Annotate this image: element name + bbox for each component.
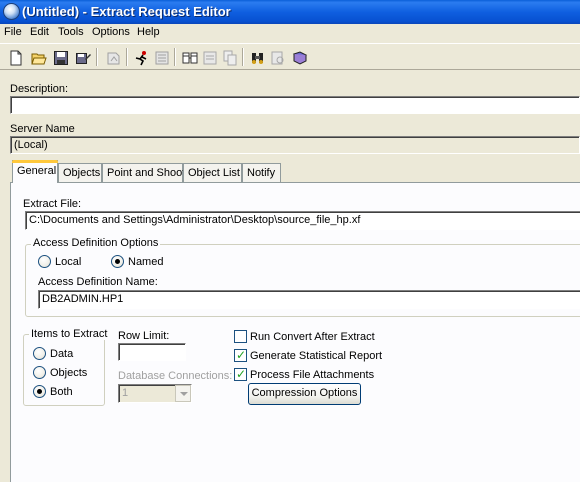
new-icon — [10, 50, 22, 66]
run-button[interactable] — [130, 47, 152, 67]
binoculars-icon — [252, 53, 263, 64]
access-definition-title: Access Definition Options — [31, 237, 161, 249]
data-radio-label[interactable]: Data — [50, 348, 73, 360]
items-to-extract-title: Items to Extract — [29, 328, 110, 340]
open-button[interactable] — [27, 47, 49, 67]
menu-bar: File Edit Tools Options Help — [0, 24, 580, 42]
menu-edit[interactable]: Edit — [30, 26, 49, 38]
find-button[interactable] — [266, 47, 288, 67]
window-title: (Untitled) - Extract Request Editor — [22, 4, 231, 19]
tab-object-list[interactable]: Object List — [183, 163, 242, 182]
row-limit-input[interactable] — [118, 343, 186, 361]
row-limit-label: Row Limit: — [118, 330, 170, 342]
db-icon — [182, 52, 198, 64]
general-tab-panel: Extract File: C:\Documents and Settings\… — [10, 182, 580, 482]
book-button[interactable] — [288, 47, 310, 67]
binoculars-button[interactable] — [246, 47, 268, 67]
database-connections-dropdown[interactable] — [175, 385, 191, 402]
toolbar — [0, 43, 580, 70]
open-icon — [31, 53, 47, 65]
server-name-label: Server Name — [10, 123, 75, 135]
tab-point-and-shoot[interactable]: Point and Shoot — [102, 163, 185, 182]
db-button[interactable] — [178, 47, 200, 67]
local-radio-label[interactable]: Local — [55, 256, 81, 268]
copy-icon — [223, 50, 237, 66]
find-icon — [271, 51, 284, 65]
folder-icon — [203, 51, 217, 65]
database-connections-label: Database Connections: — [118, 370, 233, 382]
data-radio[interactable] — [33, 347, 46, 360]
undo-icon — [107, 52, 120, 65]
compression-options-button[interactable]: Compression Options — [248, 383, 361, 405]
toolbar-separator — [96, 48, 98, 66]
menu-help[interactable]: Help — [137, 26, 160, 38]
menu-options[interactable]: Options — [92, 26, 130, 38]
folder-button[interactable] — [198, 47, 220, 67]
toolbar-separator — [174, 48, 176, 66]
book-icon — [292, 51, 308, 65]
description-label: Description: — [10, 83, 69, 95]
extract-file-label: Extract File: — [23, 198, 82, 210]
tab-general[interactable]: General — [12, 160, 58, 183]
generate-report-checkbox[interactable] — [234, 348, 247, 362]
process-attachments-label[interactable]: Process File Attachments — [250, 369, 374, 381]
save-as-button[interactable] — [71, 47, 93, 67]
named-radio[interactable] — [111, 255, 124, 268]
run-icon — [135, 51, 147, 66]
title-bar[interactable]: (Untitled) - Extract Request Editor — [0, 0, 580, 24]
new-button[interactable] — [5, 47, 27, 67]
run-convert-checkbox[interactable] — [234, 330, 247, 343]
database-connections-value: 1 — [122, 387, 129, 399]
schedule-button[interactable] — [150, 47, 172, 67]
generate-report-label[interactable]: Generate Statistical Report — [250, 350, 382, 362]
menu-file[interactable]: File — [4, 26, 22, 38]
copy-button[interactable] — [218, 47, 240, 67]
server-name-field[interactable]: (Local) — [10, 136, 580, 154]
process-attachments-checkbox[interactable] — [234, 367, 247, 381]
run-convert-label[interactable]: Run Convert After Extract — [250, 331, 375, 343]
both-radio[interactable] — [33, 385, 46, 398]
toolbar-separator — [242, 48, 244, 66]
toolbar-separator — [126, 48, 128, 66]
undo-button[interactable] — [101, 47, 123, 67]
both-radio-label[interactable]: Both — [50, 386, 73, 398]
save-as-icon — [76, 53, 91, 64]
objects-radio-label[interactable]: Objects — [50, 367, 87, 379]
description-input[interactable] — [10, 96, 580, 114]
named-radio-label[interactable]: Named — [128, 256, 163, 268]
menu-tools[interactable]: Tools — [58, 26, 84, 38]
objects-radio[interactable] — [33, 366, 46, 379]
app-icon[interactable] — [3, 3, 20, 20]
access-definition-name-input[interactable]: DB2ADMIN.HP1 — [38, 290, 580, 309]
schedule-icon — [155, 51, 169, 65]
save-button[interactable] — [49, 47, 71, 67]
local-radio[interactable] — [38, 255, 51, 268]
tab-notify[interactable]: Notify — [242, 163, 281, 182]
save-icon — [54, 51, 68, 65]
access-definition-name-label: Access Definition Name: — [38, 276, 158, 288]
tab-objects[interactable]: Objects — [58, 163, 102, 182]
extract-file-input[interactable]: C:\Documents and Settings\Administrator\… — [25, 211, 580, 230]
